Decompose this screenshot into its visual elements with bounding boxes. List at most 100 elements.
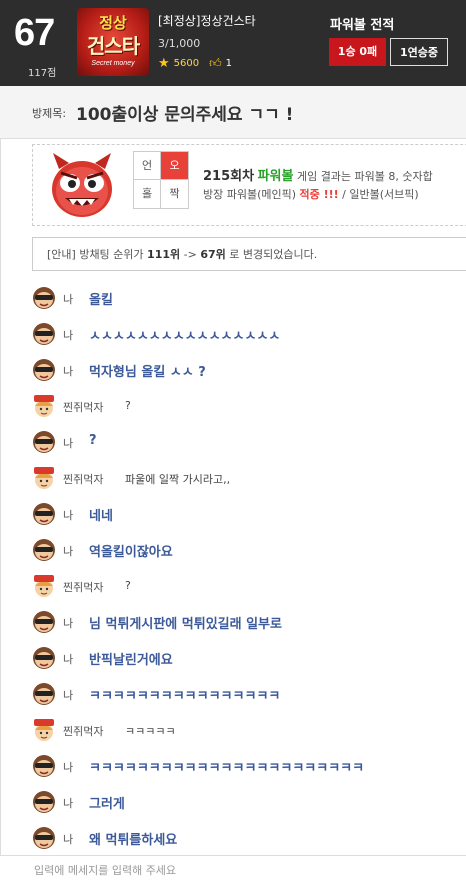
chat-sender[interactable]: 나 (63, 651, 73, 667)
sunglasses-avatar-icon[interactable] (32, 322, 56, 346)
chat-message: 나 먹자형님 올킬 ㅅㅅ ? (32, 358, 466, 384)
profile-header: 67 117점 정상 건스타 Secret money [최정상]정상건스타 3… (0, 0, 466, 86)
chat-sender[interactable]: 찐쥐먹자 (63, 399, 103, 415)
result-summary: 215회차 파워볼 게임 결과는 파워볼 8, 숫자합 (203, 165, 433, 184)
chat-input-bar (0, 855, 466, 880)
notice-prefix: [안내] 방채팅 순위가 (47, 248, 144, 261)
chat-sender[interactable]: 나 (63, 291, 73, 307)
chat-message: 나? (32, 430, 466, 456)
sunglasses-avatar-icon[interactable] (32, 286, 56, 310)
chat-text: 파울에 일짝 가시라고,, (125, 473, 231, 486)
rank-number: 67 (14, 12, 55, 54)
devil-mascot-icon (52, 153, 112, 217)
grid-odd: 홀 (134, 180, 161, 208)
chat-text: 왜 먹튀를하세요 (89, 833, 178, 848)
chat-sender[interactable]: 찐쥐먹자 (63, 579, 103, 595)
chat-message: 나 님 먹튀게시판에 먹튀있길래 일부로 (32, 610, 466, 636)
chat-sender[interactable]: 나 (63, 435, 73, 451)
result-detail: 게임 결과는 파워볼 8, 숫자합 (296, 170, 433, 183)
chat-text: 그러게 (89, 797, 125, 812)
chat-sender[interactable]: 나 (63, 327, 73, 343)
profile-stats: ★ 5600 👍︎ 1 (158, 56, 232, 71)
chat-sender[interactable]: 나 (63, 759, 73, 775)
star-count: 5600 (173, 58, 200, 69)
chat-message: 나 그러게 (32, 790, 466, 816)
result-game: 파워볼 (257, 169, 294, 184)
profile-nickname[interactable]: [최정상]정상건스타 (158, 12, 256, 29)
chat-divider (0, 138, 1, 855)
like-count: 1 (225, 58, 233, 69)
logo-main-text: 건스타 (86, 34, 140, 58)
chat-text: ㅅㅅㅅㅅㅅㅅㅅㅅㅅㅅㅅㅅㅅㅅㅅㅅ (89, 329, 281, 344)
thumbs-up-icon[interactable]: 👍︎ (209, 56, 222, 71)
new-user-avatar-icon[interactable] (32, 718, 56, 742)
room-title-label: 방제목: (32, 107, 67, 120)
result-round: 215회차 (203, 169, 255, 184)
chat-message: 나 역올킬이잖아요 (32, 538, 466, 564)
chat-message: 나 네네 (32, 502, 466, 528)
result-grid: 언 오 홀 짝 (133, 151, 189, 209)
star-icon: ★ (158, 56, 170, 71)
chat-message: 나 ㅅㅅㅅㅅㅅㅅㅅㅅㅅㅅㅅㅅㅅㅅㅅㅅ (32, 322, 466, 348)
sunglasses-avatar-icon[interactable] (32, 358, 56, 382)
sunglasses-avatar-icon[interactable] (32, 502, 56, 526)
sunglasses-avatar-icon[interactable] (32, 538, 56, 562)
sunglasses-avatar-icon[interactable] (32, 646, 56, 670)
rank-notice: [안내] 방채팅 순위가 111위 -> 67위 로 변경되었습니다. (32, 237, 466, 271)
chat-sender[interactable]: 나 (63, 507, 73, 523)
chat-sender[interactable]: 나 (63, 795, 73, 811)
chat-message: 찐쥐먹자? (32, 394, 466, 420)
chat-text: ? (125, 579, 131, 592)
room-title-bar: 방제목: 100출이상 문의주세요 ㄱㄱ ! (0, 86, 466, 139)
chat-sender[interactable]: 찐쥐먹자 (63, 471, 103, 487)
hit-badge: 적중 !!! (299, 188, 339, 201)
notice-to-rank: 67위 (200, 248, 226, 261)
chat-text: ? (89, 433, 97, 448)
rank-points: 117점 (28, 68, 57, 79)
sunglasses-avatar-icon[interactable] (32, 610, 56, 634)
sunglasses-avatar-icon[interactable] (32, 430, 56, 454)
chat-message: 나 ㅋㅋㅋㅋㅋㅋㅋㅋㅋㅋㅋㅋㅋㅋㅋㅋ (32, 682, 466, 708)
new-user-avatar-icon[interactable] (32, 394, 56, 418)
chat-message: 찐쥐먹자 ㅋㅋㅋㅋㅋ (32, 718, 466, 744)
chat-sender[interactable]: 나 (63, 615, 73, 631)
notice-from-rank: 111위 (147, 248, 181, 261)
result-picks: 방장 파워볼(메인픽) 적중 !!! / 일반볼(서브픽) (203, 186, 419, 202)
chat-sender[interactable]: 찐쥐먹자 (63, 723, 103, 739)
chat-sender[interactable]: 나 (63, 363, 73, 379)
chat-sender[interactable]: 나 (63, 831, 73, 847)
chat-text: 먹자형님 올킬 ㅅㅅ ? (89, 365, 206, 380)
chat-text: 올킬 (89, 293, 113, 308)
chat-sender[interactable]: 나 (63, 543, 73, 559)
sunglasses-avatar-icon[interactable] (32, 790, 56, 814)
chat-text: ? (125, 399, 131, 412)
grid-over: 오 (161, 152, 188, 180)
chat-input[interactable] (32, 860, 456, 880)
sunglasses-avatar-icon[interactable] (32, 682, 56, 706)
sunglasses-avatar-icon[interactable] (32, 754, 56, 778)
new-user-avatar-icon[interactable] (32, 466, 56, 490)
chat-text: 역올킬이잖아요 (89, 545, 173, 560)
sunglasses-avatar-icon[interactable] (32, 826, 56, 850)
notice-suffix: 로 변경되었습니다. (229, 248, 318, 261)
chat-text: 네네 (89, 509, 113, 524)
member-count: 3/1,000 (158, 37, 201, 50)
chat-message: 나 ㅋㅋㅋㅋㅋㅋㅋㅋㅋㅋㅋㅋㅋㅋㅋㅋㅋㅋㅋㅋㅋㅋㅋ (32, 754, 466, 780)
chat-message: 나 반픽날린거에요 (32, 646, 466, 672)
chat-text: ㅋㅋㅋㅋㅋㅋㅋㅋㅋㅋㅋㅋㅋㅋㅋㅋ (89, 689, 281, 704)
record-title: 파워볼 전적 (330, 18, 395, 33)
profile-logo[interactable]: 정상 건스타 Secret money (77, 8, 149, 76)
record-streak[interactable]: 1연승중 (390, 38, 448, 66)
chat-text: 반픽날린거에요 (89, 653, 173, 668)
chat-sender[interactable]: 나 (63, 687, 73, 703)
chat-message: 찐쥐먹자 파울에 일짝 가시라고,, (32, 466, 466, 492)
new-user-avatar-icon[interactable] (32, 574, 56, 598)
chat-text: 님 먹튀게시판에 먹튀있길래 일부로 (89, 617, 282, 632)
record-win-loss[interactable]: 1승 0패 (329, 38, 386, 66)
chat-message: 나 왜 먹튀를하세요 (32, 826, 466, 852)
grid-even: 짝 (161, 180, 188, 208)
notice-arrow: -> (183, 248, 197, 261)
chat-message: 나 올킬 (32, 286, 466, 312)
chat-text: ㅋㅋㅋㅋㅋㅋㅋㅋㅋㅋㅋㅋㅋㅋㅋㅋㅋㅋㅋㅋㅋㅋㅋ (89, 761, 365, 776)
chat-text: ㅋㅋㅋㅋㅋ (125, 725, 176, 738)
